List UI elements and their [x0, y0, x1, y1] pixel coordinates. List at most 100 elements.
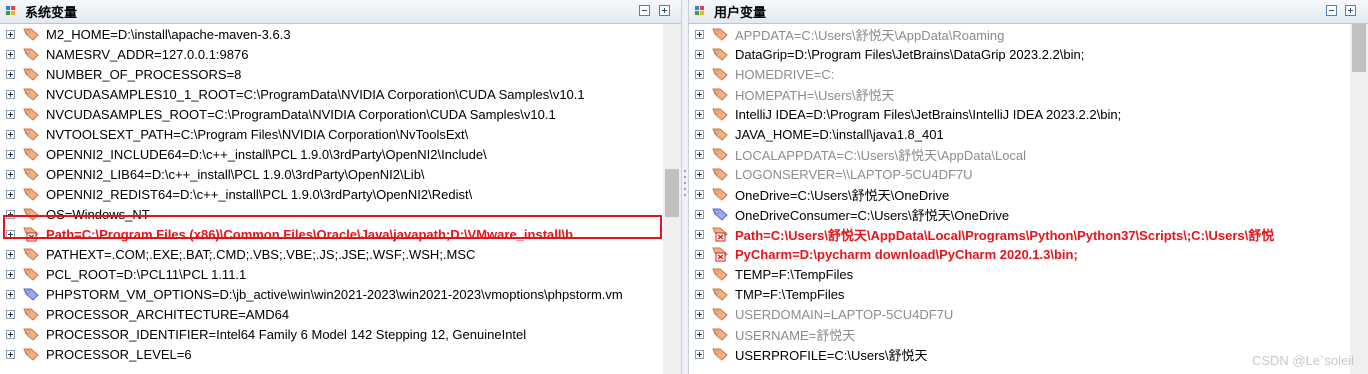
variable-text: APPDATA=C:\Users\舒悦天\AppData\Roaming — [735, 27, 1005, 43]
expand-icon[interactable] — [6, 289, 15, 299]
variable-row[interactable]: OPENNI2_REDIST64=D:\c++_install\PCL 1.9.… — [0, 184, 623, 204]
scrollbar-thumb[interactable] — [665, 169, 679, 217]
variable-row[interactable]: OneDrive=C:\Users\舒悦天\OneDrive — [689, 184, 1274, 204]
vertical-scrollbar[interactable] — [663, 24, 681, 374]
expand-icon[interactable] — [695, 89, 704, 99]
expand-icon[interactable] — [6, 349, 15, 359]
expand-icon[interactable] — [695, 149, 704, 159]
expand-icon[interactable] — [695, 169, 704, 179]
expand-icon[interactable] — [695, 309, 704, 319]
expand-icon[interactable] — [6, 109, 15, 119]
expand-icon[interactable] — [6, 189, 15, 199]
expand-icon[interactable] — [6, 89, 15, 99]
variable-text: NVTOOLSEXT_PATH=C:\Program Files\NVIDIA … — [46, 126, 469, 142]
expand-icon[interactable] — [695, 109, 704, 119]
variable-row[interactable]: DataGrip=D:\Program Files\JetBrains\Data… — [689, 44, 1274, 64]
variable-text: NVCUDASAMPLES_ROOT=C:\ProgramData\NVIDIA… — [46, 106, 556, 122]
tag-icon — [711, 166, 729, 182]
variable-row[interactable]: PROCESSOR_IDENTIFIER=Intel64 Family 6 Mo… — [0, 324, 623, 344]
expand-tag-icon — [22, 286, 40, 302]
variable-text: LOGONSERVER=\\LAPTOP-5CU4DF7U — [735, 166, 973, 182]
variable-row[interactable]: LOCALAPPDATA=C:\Users\舒悦天\AppData\Local — [689, 144, 1274, 164]
variable-row[interactable]: PHPSTORM_VM_OPTIONS=D:\jb_active\win\win… — [0, 284, 623, 304]
variable-row[interactable]: Path=C:\Users\舒悦天\AppData\Local\Programs… — [689, 224, 1274, 244]
variable-row[interactable]: PCL_ROOT=D:\PCL11\PCL 1.11.1 — [0, 264, 623, 284]
variable-row[interactable]: OPENNI2_INCLUDE64=D:\c++_install\PCL 1.9… — [0, 144, 623, 164]
variable-text: TMP=F:\TempFiles — [735, 286, 845, 302]
expand-icon[interactable] — [695, 249, 704, 259]
expand-icon[interactable] — [695, 329, 704, 339]
expand-icon[interactable] — [695, 49, 704, 59]
variable-row[interactable]: NVCUDASAMPLES10_1_ROOT=C:\ProgramData\NV… — [0, 84, 623, 104]
variable-text: NVCUDASAMPLES10_1_ROOT=C:\ProgramData\NV… — [46, 86, 585, 102]
expand-icon[interactable] — [6, 149, 15, 159]
expand-icon[interactable] — [695, 129, 704, 139]
expand-tag-icon — [711, 206, 729, 222]
expand-icon[interactable] — [6, 49, 15, 59]
variable-row[interactable]: NVTOOLSEXT_PATH=C:\Program Files\NVIDIA … — [0, 124, 623, 144]
collapse-all-button[interactable] — [639, 5, 650, 16]
variable-text: PATHEXT=.COM;.EXE;.BAT;.CMD;.VBS;.VBE;.J… — [46, 246, 476, 262]
variable-row[interactable]: PATHEXT=.COM;.EXE;.BAT;.CMD;.VBS;.VBE;.J… — [0, 244, 623, 264]
expand-icon[interactable] — [6, 29, 15, 39]
variable-row[interactable]: TMP=F:\TempFiles — [689, 284, 1274, 304]
variable-row[interactable]: TEMP=F:\TempFiles — [689, 264, 1274, 284]
variable-text: USERDOMAIN=LAPTOP-5CU4DF7U — [735, 306, 954, 322]
tag-icon — [22, 106, 40, 122]
variable-row[interactable]: IntelliJ IDEA=D:\Program Files\JetBrains… — [689, 104, 1274, 124]
expand-icon[interactable] — [6, 69, 15, 79]
variable-text: NAMESRV_ADDR=127.0.0.1:9876 — [46, 46, 249, 62]
variable-row[interactable]: OneDriveConsumer=C:\Users\舒悦天\OneDrive — [689, 204, 1274, 224]
expand-icon[interactable] — [695, 29, 704, 39]
variable-text: Path=C:\Users\舒悦天\AppData\Local\Programs… — [735, 227, 1275, 243]
variable-row[interactable]: PROCESSOR_LEVEL=6 — [0, 344, 623, 364]
system-variables-list: M2_HOME=D:\install\apache-maven-3.6.3 NAM… — [0, 24, 623, 364]
expand-icon[interactable] — [695, 349, 704, 359]
variable-text: USERPROFILE=C:\Users\舒悦天 — [735, 347, 928, 363]
expand-icon[interactable] — [695, 189, 704, 199]
expand-icon[interactable] — [695, 209, 704, 219]
expand-all-button[interactable] — [1345, 5, 1356, 16]
expand-icon[interactable] — [6, 129, 15, 139]
variable-row[interactable]: NUMBER_OF_PROCESSORS=8 — [0, 64, 623, 84]
variable-text: OPENNI2_INCLUDE64=D:\c++_install\PCL 1.9… — [46, 146, 487, 162]
vertical-scrollbar[interactable] — [1350, 24, 1368, 374]
variable-text: IntelliJ IDEA=D:\Program Files\JetBrains… — [735, 106, 1122, 122]
expand-icon[interactable] — [6, 249, 15, 259]
variable-row[interactable]: APPDATA=C:\Users\舒悦天\AppData\Roaming — [689, 24, 1274, 44]
expand-icon[interactable] — [695, 269, 704, 279]
variable-row[interactable]: JAVA_HOME=D:\install\java1.8_401 — [689, 124, 1274, 144]
variable-row[interactable]: M2_HOME=D:\install\apache-maven-3.6.3 — [0, 24, 623, 44]
variable-row[interactable]: HOMEDRIVE=C: — [689, 64, 1274, 84]
expand-icon[interactable] — [695, 229, 704, 239]
variable-row[interactable]: USERDOMAIN=LAPTOP-5CU4DF7U — [689, 304, 1274, 324]
expand-icon[interactable] — [695, 289, 704, 299]
collapse-all-button[interactable] — [1326, 5, 1337, 16]
expand-icon[interactable] — [6, 269, 15, 279]
variable-text: PyCharm=D:\pycharm download\PyCharm 2020… — [735, 246, 1078, 262]
variable-row[interactable]: USERPROFILE=C:\Users\舒悦天 — [689, 344, 1274, 364]
tag-icon — [22, 326, 40, 342]
variable-row[interactable]: PyCharm=D:\pycharm download\PyCharm 2020… — [689, 244, 1274, 264]
variables-grid-icon — [6, 5, 19, 18]
variable-row[interactable]: HOMEPATH=\Users\舒悦天 — [689, 84, 1274, 104]
variable-row[interactable]: USERNAME=舒悦天 — [689, 324, 1274, 344]
variable-row[interactable]: LOGONSERVER=\\LAPTOP-5CU4DF7U — [689, 164, 1274, 184]
variables-grid-icon — [695, 5, 708, 18]
expand-icon[interactable] — [6, 169, 15, 179]
tag-icon — [711, 346, 729, 362]
variable-text: OneDriveConsumer=C:\Users\舒悦天\OneDrive — [735, 207, 1010, 223]
expand-icon[interactable] — [6, 329, 15, 339]
variable-row[interactable]: NAMESRV_ADDR=127.0.0.1:9876 — [0, 44, 623, 64]
variable-row[interactable]: PROCESSOR_ARCHITECTURE=AMD64 — [0, 304, 623, 324]
tag-icon — [22, 86, 40, 102]
variable-row[interactable]: NVCUDASAMPLES_ROOT=C:\ProgramData\NVIDIA… — [0, 104, 623, 124]
variable-row[interactable]: OPENNI2_LIB64=D:\c++_install\PCL 1.9.0\3… — [0, 164, 623, 184]
path-error-icon — [711, 226, 729, 242]
expand-icon[interactable] — [6, 309, 15, 319]
expand-all-button[interactable] — [659, 5, 670, 16]
pane-splitter[interactable] — [681, 0, 689, 374]
scrollbar-thumb[interactable] — [1352, 24, 1366, 72]
variable-text: HOMEDRIVE=C: — [735, 66, 835, 82]
expand-icon[interactable] — [695, 69, 704, 79]
